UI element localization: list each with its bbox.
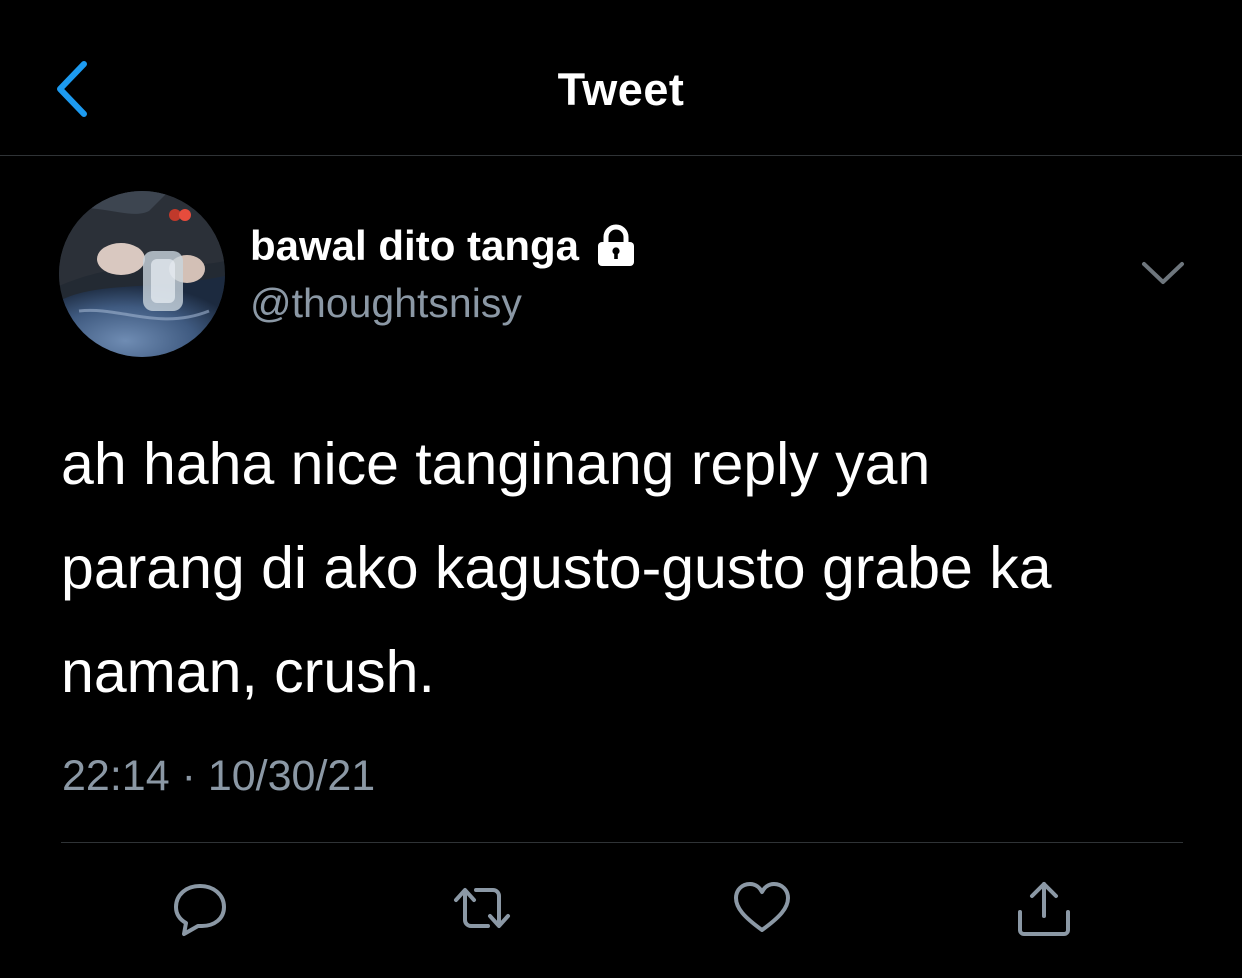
tweet-text-line: naman, crush. — [61, 639, 435, 705]
retweet-button[interactable] — [450, 876, 514, 940]
avatar[interactable] — [59, 191, 225, 357]
chevron-down-icon — [1142, 262, 1184, 284]
tweet-time: 22:14 — [62, 752, 170, 800]
lock-icon — [598, 224, 635, 266]
avatar-image — [59, 191, 225, 357]
author-handle[interactable]: @thoughtsnisy — [250, 280, 522, 327]
meta-separator: · — [181, 752, 196, 800]
tweet-text-line: ah haha nice tanginang reply yan — [61, 431, 931, 497]
reply-icon — [174, 884, 226, 936]
reply-button[interactable] — [168, 876, 232, 940]
actions-divider — [61, 842, 1183, 843]
tweet-text: ah haha nice tanginang reply yan parang … — [61, 412, 1201, 724]
tweet-timestamp: 22:14 · 10/30/21 — [62, 752, 375, 801]
author-name[interactable]: bawal dito tanga — [250, 222, 639, 270]
share-button[interactable] — [1012, 876, 1076, 940]
tweet-text-line: parang di ako kagusto-gusto grabe ka — [61, 535, 1052, 601]
nav-bar: Tweet — [0, 0, 1242, 155]
page-title: Tweet — [557, 64, 685, 115]
retweet-icon — [454, 888, 510, 928]
more-options-button[interactable] — [1136, 252, 1190, 294]
like-button[interactable] — [730, 876, 794, 940]
author-display-name: bawal dito tanga — [250, 222, 580, 269]
heart-icon — [734, 882, 790, 932]
nav-divider — [0, 155, 1242, 156]
tweet-date: 10/30/21 — [207, 752, 376, 800]
share-icon — [1018, 882, 1070, 936]
